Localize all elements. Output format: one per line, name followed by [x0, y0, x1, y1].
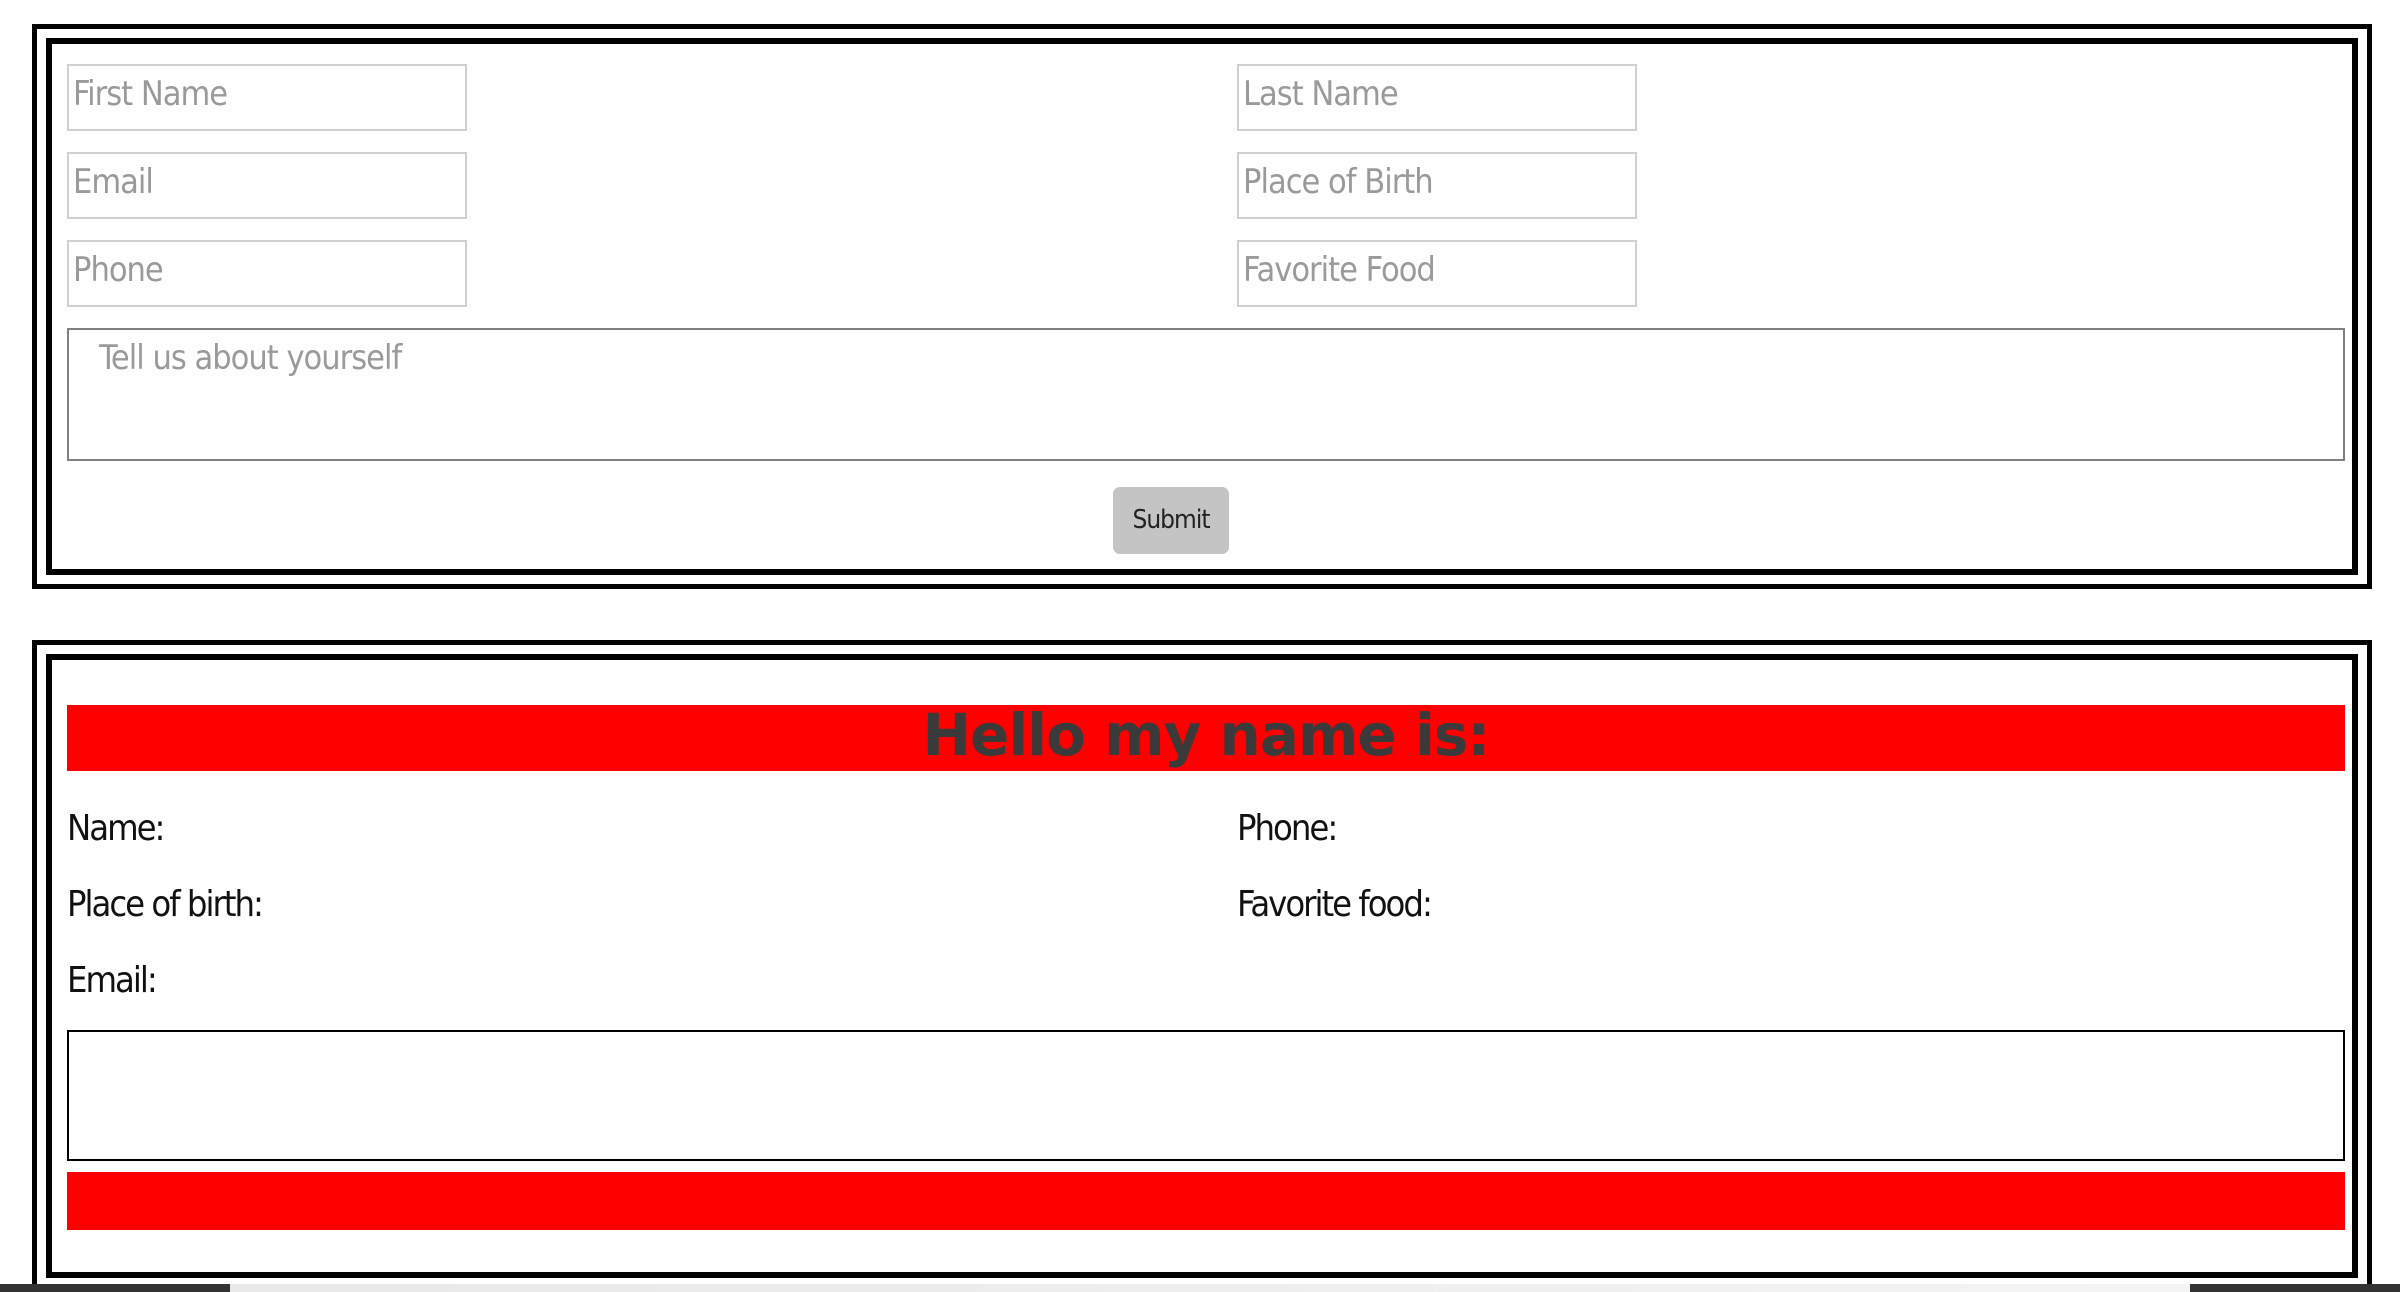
form-panel-inner-border: First Name Last Name Email Place of Birt…	[46, 38, 2358, 575]
name-card-panel: Hello my name is: Name: Phone: Place of …	[32, 640, 2372, 1292]
name-card-inner-border: Hello my name is: Name: Phone: Place of …	[46, 654, 2358, 1278]
email-label: Email:	[67, 960, 158, 1001]
name-label: Name:	[67, 808, 165, 849]
heading-banner: Hello my name is:	[67, 701, 2345, 771]
footer-banner	[67, 1172, 2345, 1230]
phone-label: Phone:	[1237, 808, 1338, 849]
taskbar-edge	[0, 1284, 2400, 1292]
last-name-input[interactable]: Last Name	[1237, 64, 1637, 131]
card-heading: Hello my name is:	[922, 701, 1490, 769]
phone-input[interactable]: Phone	[67, 240, 467, 307]
email-input[interactable]: Email	[67, 152, 467, 219]
favorite-food-label: Favorite food:	[1237, 884, 1433, 925]
place-of-birth-label: Place of birth:	[67, 884, 264, 925]
form-panel: First Name Last Name Email Place of Birt…	[32, 24, 2372, 589]
first-name-input[interactable]: First Name	[67, 64, 467, 131]
bio-box	[67, 1030, 2345, 1161]
favorite-food-input[interactable]: Favorite Food	[1237, 240, 1637, 307]
place-of-birth-input[interactable]: Place of Birth	[1237, 152, 1637, 219]
submit-button[interactable]: Submit	[1113, 487, 1229, 554]
about-textarea[interactable]: Tell us about yourself	[67, 328, 2345, 461]
